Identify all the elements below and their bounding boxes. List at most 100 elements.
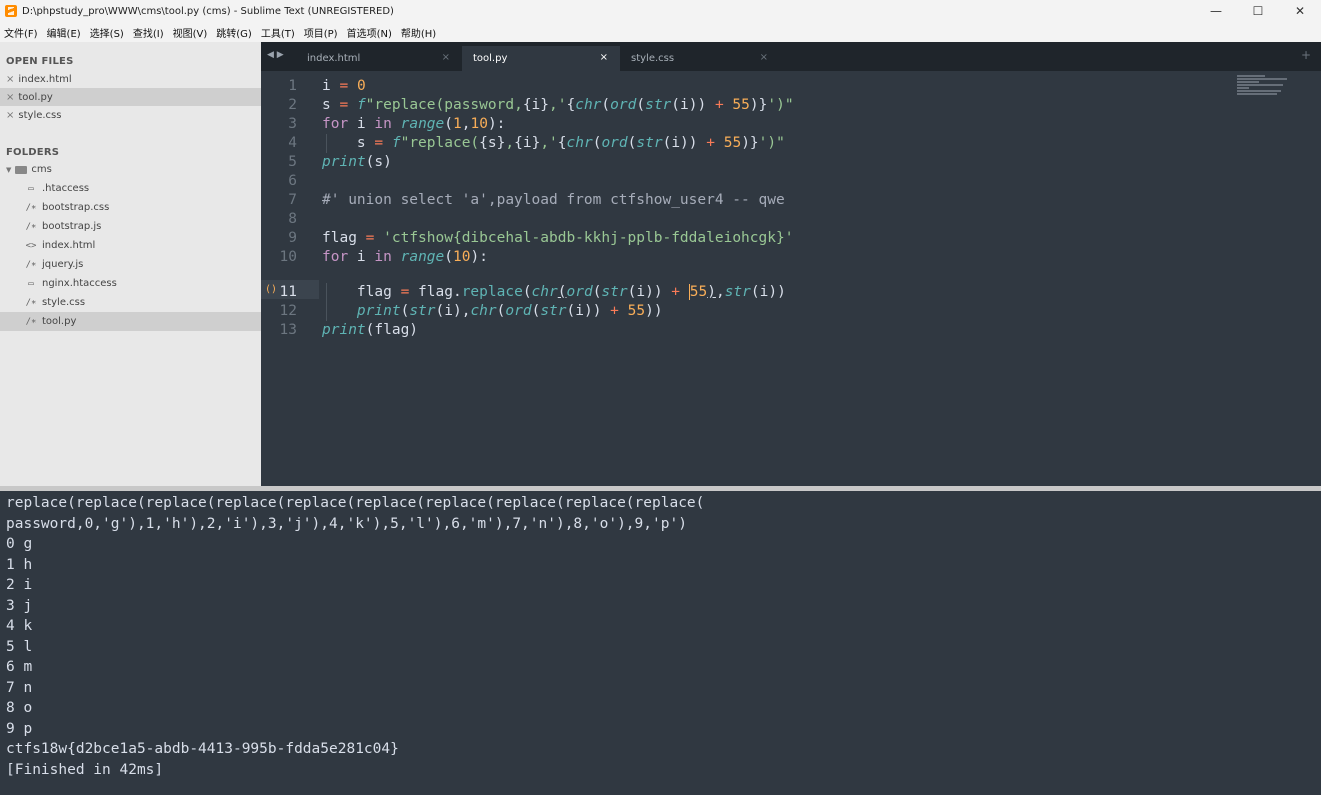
menu-file[interactable]: 文件(F) bbox=[4, 25, 38, 40]
output-line: 2 i bbox=[6, 577, 33, 593]
tab-label: tool.py bbox=[473, 53, 508, 64]
code-line-12: print(str(i),chr(ord(str(i)) + 55)) bbox=[356, 303, 663, 319]
menu-help[interactable]: 帮助(H) bbox=[401, 25, 436, 40]
folder-name: cms bbox=[31, 164, 52, 175]
tab-label: index.html bbox=[307, 53, 361, 64]
minimize-button[interactable]: — bbox=[1195, 0, 1237, 22]
menu-project[interactable]: 项目(P) bbox=[304, 25, 338, 40]
tree-file-name: jquery.js bbox=[42, 259, 84, 270]
menu-edit[interactable]: 编辑(E) bbox=[47, 25, 81, 40]
tree-file-item[interactable]: /∗ bootstrap.js bbox=[0, 217, 261, 236]
output-line: 7 n bbox=[6, 679, 33, 696]
output-line: 9 p bbox=[6, 720, 33, 737]
tab-close-icon[interactable]: × bbox=[600, 52, 608, 63]
tree-file-name: nginx.htaccess bbox=[42, 278, 117, 289]
code-line-13: print(flag) bbox=[322, 322, 419, 338]
tree-file-name: bootstrap.css bbox=[42, 202, 110, 213]
script-file-icon: /∗ bbox=[25, 202, 37, 213]
menu-view[interactable]: 视图(V) bbox=[173, 25, 208, 40]
folders-header: FOLDERS bbox=[6, 147, 60, 158]
line-number: 1 bbox=[288, 78, 297, 94]
line-number: 8 bbox=[288, 211, 297, 227]
tab-close-icon[interactable]: × bbox=[442, 52, 450, 63]
code-line-7: #' union select 'a',payload from ctfshow… bbox=[322, 192, 785, 208]
output-line: 6 m bbox=[6, 659, 33, 675]
tab-index-html[interactable]: index.html × bbox=[296, 46, 462, 71]
code-line-5: print(s) bbox=[322, 154, 392, 170]
tree-file-item[interactable]: ▭ nginx.htaccess bbox=[0, 274, 261, 293]
menu-bar: 文件(F) 编辑(E) 选择(S) 查找(I) 视图(V) 跳转(G) 工具(T… bbox=[0, 22, 1321, 42]
output-line: replace(replace(replace(replace(replace(… bbox=[6, 495, 705, 511]
output-line: 0 g bbox=[6, 536, 33, 552]
code-line-2: s = f"replace(password,{i},'{chr(ord(str… bbox=[322, 97, 794, 113]
script-file-icon: /∗ bbox=[25, 259, 37, 270]
open-file-item[interactable]: × style.css bbox=[0, 106, 261, 124]
tab-label: style.css bbox=[631, 53, 675, 64]
file-icon: ▭ bbox=[28, 278, 34, 289]
minimap[interactable] bbox=[1237, 75, 1289, 99]
output-line: 3 j bbox=[6, 597, 33, 614]
line-number: 6 bbox=[288, 173, 297, 189]
tree-file-item[interactable]: /∗ bootstrap.css bbox=[0, 198, 261, 217]
line-number: 3 bbox=[288, 116, 297, 132]
code-line-10: for i in range(10): bbox=[322, 249, 488, 265]
output-line: ctfs18w{d2bce1a5-abdb-4413-995b-fdda5e28… bbox=[6, 741, 399, 757]
script-file-icon: /∗ bbox=[25, 297, 37, 308]
maximize-button[interactable]: ☐ bbox=[1237, 0, 1279, 22]
folder-expand-icon[interactable]: ▼ bbox=[6, 166, 11, 174]
menu-preferences[interactable]: 首选项(N) bbox=[347, 25, 392, 40]
tab-style-css[interactable]: style.css × bbox=[620, 46, 780, 71]
tree-file-item[interactable]: <> index.html bbox=[0, 236, 261, 255]
output-line: password,0,'g'),1,'h'),2,'i'),3,'j'),4,'… bbox=[6, 515, 687, 532]
close-file-icon[interactable]: × bbox=[6, 74, 14, 85]
close-file-icon[interactable]: × bbox=[6, 110, 14, 121]
build-output-panel: replace(replace(replace(replace(replace(… bbox=[0, 491, 1321, 795]
tree-file-item[interactable]: /∗ tool.py bbox=[0, 312, 261, 331]
tree-file-name: bootstrap.js bbox=[42, 221, 102, 232]
open-file-name: tool.py bbox=[18, 91, 53, 103]
script-file-icon: /∗ bbox=[25, 221, 37, 232]
menu-selection[interactable]: 选择(S) bbox=[90, 25, 124, 40]
open-file-item[interactable]: × index.html bbox=[0, 70, 261, 88]
folder-icon bbox=[15, 165, 28, 174]
tab-bar: ◀ ▶ index.html × tool.py × style.css × + bbox=[261, 42, 1321, 71]
line-number: 9 bbox=[288, 230, 297, 246]
code-line-3: for i in range(1,10): bbox=[322, 116, 506, 132]
close-file-icon[interactable]: × bbox=[6, 92, 14, 103]
menu-tools[interactable]: 工具(T) bbox=[261, 25, 295, 40]
script-file-icon: /∗ bbox=[25, 316, 37, 327]
menu-find[interactable]: 查找(I) bbox=[133, 25, 164, 40]
code-line-9: flag = 'ctfshow{dibcehal-abdb-kkhj-pplb-… bbox=[322, 230, 794, 246]
tree-file-item[interactable]: /∗ jquery.js bbox=[0, 255, 261, 274]
code-editor[interactable]: () 1 2 3 4 5 6 7 8 9 10 11 12 13 i = 0 s… bbox=[261, 71, 1321, 486]
line-number: 10 bbox=[279, 249, 297, 265]
line-number: 4 bbox=[288, 135, 297, 151]
tree-file-item[interactable]: /∗ style.css bbox=[0, 293, 261, 312]
open-file-item[interactable]: × tool.py bbox=[0, 88, 261, 106]
tab-tool-py[interactable]: tool.py × bbox=[462, 46, 620, 71]
tree-file-item[interactable]: ▭ .htaccess bbox=[0, 179, 261, 198]
sidebar: OPEN FILES × index.html × tool.py × styl… bbox=[0, 42, 261, 486]
close-button[interactable]: ✕ bbox=[1279, 0, 1321, 22]
new-tab-icon[interactable]: + bbox=[1301, 48, 1311, 62]
code-line-4: s = f"replace({s},{i},'{chr(ord(str(i)) … bbox=[322, 135, 785, 151]
menu-goto[interactable]: 跳转(G) bbox=[216, 25, 252, 40]
line-number: 5 bbox=[288, 154, 297, 170]
tab-close-icon[interactable]: × bbox=[760, 52, 768, 63]
line-number: 2 bbox=[288, 97, 297, 113]
tree-file-name: style.css bbox=[42, 297, 86, 308]
output-line: [Finished in 42ms] bbox=[6, 761, 164, 778]
folder-cms[interactable]: ▼ cms bbox=[0, 160, 261, 179]
title-bar: D:\phpstudy_pro\WWW\cms\tool.py (cms) - … bbox=[0, 0, 1321, 22]
output-line: 1 h bbox=[6, 556, 33, 573]
tree-file-name: index.html bbox=[42, 240, 96, 251]
tree-file-name: .htaccess bbox=[42, 183, 90, 194]
open-file-name: index.html bbox=[18, 73, 72, 85]
window-controls: — ☐ ✕ bbox=[1195, 0, 1321, 22]
line-number: 13 bbox=[279, 322, 297, 338]
line-number: 11 bbox=[279, 284, 297, 300]
code-line-1: i = 0 bbox=[322, 78, 366, 94]
tab-nav-arrows-icon[interactable]: ◀ ▶ bbox=[267, 50, 284, 60]
open-files-header: OPEN FILES bbox=[6, 56, 74, 67]
markup-file-icon: <> bbox=[25, 240, 37, 251]
